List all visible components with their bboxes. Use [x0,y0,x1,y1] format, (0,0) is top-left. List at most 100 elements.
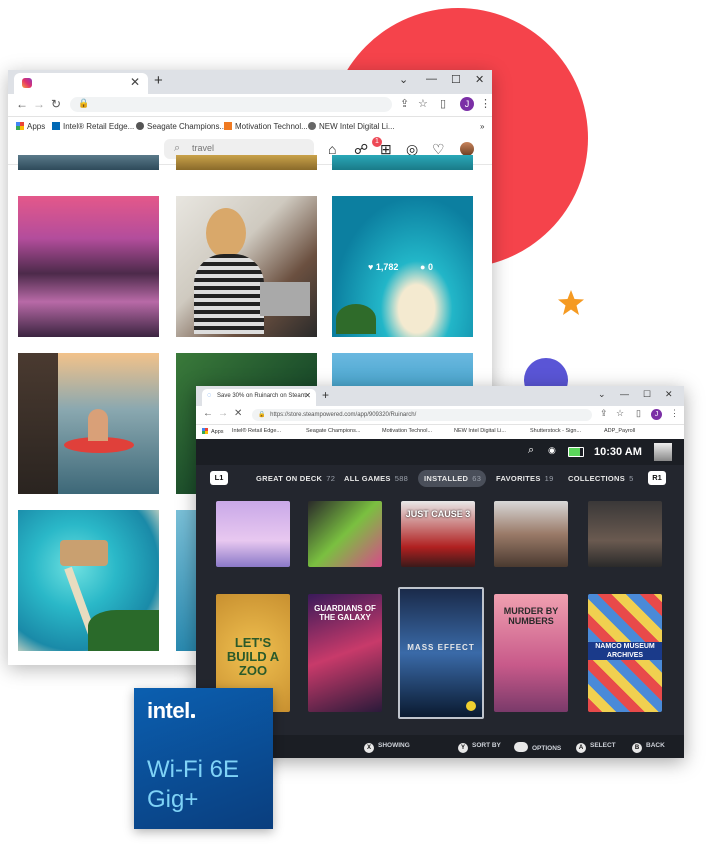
user-avatar[interactable] [460,142,474,156]
bookmark-intel-digital[interactable]: NEW Intel Digital Li... [308,122,395,131]
hint-options[interactable]: OPTIONS [514,742,561,752]
tab-strip: ◌ Save 30% on Ruinarch on Steam ✕ + ⌄ — … [196,386,684,406]
l1-bumper[interactable]: L1 [210,471,228,485]
stop-loading-icon[interactable]: ✕ [234,408,242,419]
hint-back[interactable]: B BACK [632,742,665,753]
search-icon[interactable]: ⌕ [528,444,534,457]
forward-icon[interactable]: → [33,97,45,111]
game-cover[interactable] [216,501,290,567]
grid-tile[interactable] [18,155,159,170]
game-cover[interactable] [308,501,382,567]
clock: 10:30 AM [594,446,642,458]
hint-sort-by[interactable]: Y SORT BY [458,742,501,753]
maximize-icon[interactable]: ☐ [451,73,461,86]
game-cover-namco-museum[interactable]: NAMCO MUSEUM ARCHIVES [588,594,662,712]
close-window-icon[interactable]: ✕ [475,73,484,86]
grid-tile-beach-huts[interactable]: ♥ 1,782 ● 0 [332,196,473,337]
share-icon[interactable]: ⇪ [400,97,409,110]
bookmark-intel-digital[interactable]: NEW Intel Digital Li... [454,428,506,434]
wifi-6e-text: Wi-Fi 6E [147,756,239,783]
intel-wifi-6e-badge: intel Wi-Fi 6E Gig+ [134,688,273,829]
grid-tile-woman-laptop[interactable] [176,196,317,337]
address-bar[interactable]: 🔒 https://store.steampowered.com/app/909… [252,409,592,421]
bookmark-star-icon[interactable]: ☆ [418,97,428,110]
hint-showing[interactable]: X SHOWING [364,742,410,753]
back-icon[interactable]: ← [16,97,28,111]
grid-tile[interactable] [176,155,317,170]
steam-deck-verified-icon [466,701,476,711]
game-cover[interactable] [588,501,662,567]
game-cover-murder-by-numbers[interactable]: MURDER BY NUMBERS [494,594,568,712]
tab-all-games[interactable]: ALL GAMES 588 [344,474,408,483]
more-bookmarks-icon[interactable]: » [480,122,484,131]
forward-icon[interactable]: → [218,408,228,419]
gig-plus-text: Gig+ [147,786,199,813]
dropdown-icon[interactable]: ⌄ [399,73,408,86]
intel-icon [52,122,60,130]
hint-select[interactable]: A SELECT [576,742,616,753]
intel-logo: intel [147,698,195,724]
tab-favorites[interactable]: FAVORITES 19 [496,474,554,483]
user-avatar[interactable] [654,443,672,461]
bookmark-motivation[interactable]: Motivation Technol... [224,122,308,131]
tab-strip: ✕ + ⌄ — ☐ ✕ [8,70,492,94]
grid-tile-overwater-villa[interactable] [18,510,159,651]
bookmark-apps[interactable]: Apps [16,122,45,131]
bookmark-adp[interactable]: ADP_Payroll [604,428,635,434]
bookmark-seagate[interactable]: Seagate Champions... [136,122,226,131]
reload-icon[interactable]: ↻ [51,97,61,111]
dropdown-icon[interactable]: ⌄ [598,389,606,400]
apps-grid-icon [202,428,208,434]
url-text: https://store.steampowered.com/app/90932… [270,412,417,418]
bookmark-intel-retail[interactable]: Intel® Retail Edge... [232,428,281,434]
side-panel-icon[interactable]: ▯ [636,408,641,419]
bookmarks-bar: Apps Intel® Retail Edge... Seagate Champ… [196,425,684,440]
menu-icon[interactable]: ⋮ [670,408,679,419]
game-cover-mass-effect-selected[interactable]: MASS EFFECT [398,587,484,719]
tab-steam[interactable]: ◌ Save 30% on Ruinarch on Steam ✕ [202,389,316,406]
new-tab-button[interactable]: + [322,388,329,402]
bookmark-intel-retail[interactable]: Intel® Retail Edge... [52,122,134,131]
back-icon[interactable]: ← [203,408,213,419]
post-comments: ● 0 [420,262,433,272]
broadcast-icon: ◉ [548,445,556,455]
profile-avatar[interactable]: J [651,409,662,420]
game-cover-guardians[interactable]: GUARDIANS OF THE GALAXY [308,594,382,712]
game-cover[interactable] [494,501,568,567]
deck-status-bar: ⌕ ◉ 10:30 AM [196,439,684,465]
share-icon[interactable]: ⇪ [600,408,608,419]
tab-collections[interactable]: COLLECTIONS 5 [568,474,634,483]
battery-icon [568,447,584,457]
tab-installed[interactable]: INSTALLED 63 [424,474,481,483]
grid-tile[interactable] [332,155,473,170]
profile-avatar[interactable]: J [460,97,474,111]
bookmark-shutterstock[interactable]: Shutterstock - Sign... [530,428,581,434]
side-panel-icon[interactable]: ▯ [440,97,446,110]
new-tab-button[interactable]: + [154,72,163,89]
game-cover-just-cause-3[interactable]: JUST CAUSE 3 [401,501,475,567]
search-icon: ⌕ [174,142,181,154]
bookmark-star-icon[interactable]: ☆ [616,408,624,419]
loading-icon: ◌ [207,392,212,399]
lock-icon: 🔒 [258,412,266,418]
close-window-icon[interactable]: ✕ [665,389,673,400]
tab-instagram[interactable]: ✕ [14,73,148,94]
minimize-icon[interactable]: — [426,73,437,85]
minimize-icon[interactable]: — [620,389,629,399]
r1-bumper[interactable]: R1 [648,471,666,485]
close-tab-icon[interactable]: ✕ [130,75,140,89]
apps-grid-icon [16,122,24,130]
address-bar[interactable]: 🔒 [70,97,392,112]
grid-tile-sunset-lake[interactable] [18,196,159,337]
grid-tile-kayak[interactable] [18,353,159,494]
menu-icon[interactable]: ⋮ [480,97,491,110]
bookmark-seagate[interactable]: Seagate Champions... [306,428,360,434]
bookmark-apps[interactable]: Apps [202,428,224,435]
lock-icon: 🔒 [78,98,90,108]
maximize-icon[interactable]: ☐ [643,389,651,400]
search-input[interactable] [190,142,304,154]
seagate-icon [136,122,144,130]
close-tab-icon[interactable]: ✕ [304,391,311,400]
bookmark-motivation[interactable]: Motivation Technol... [382,428,432,434]
tab-great-on-deck[interactable]: GREAT ON DECK 72 [256,474,335,483]
